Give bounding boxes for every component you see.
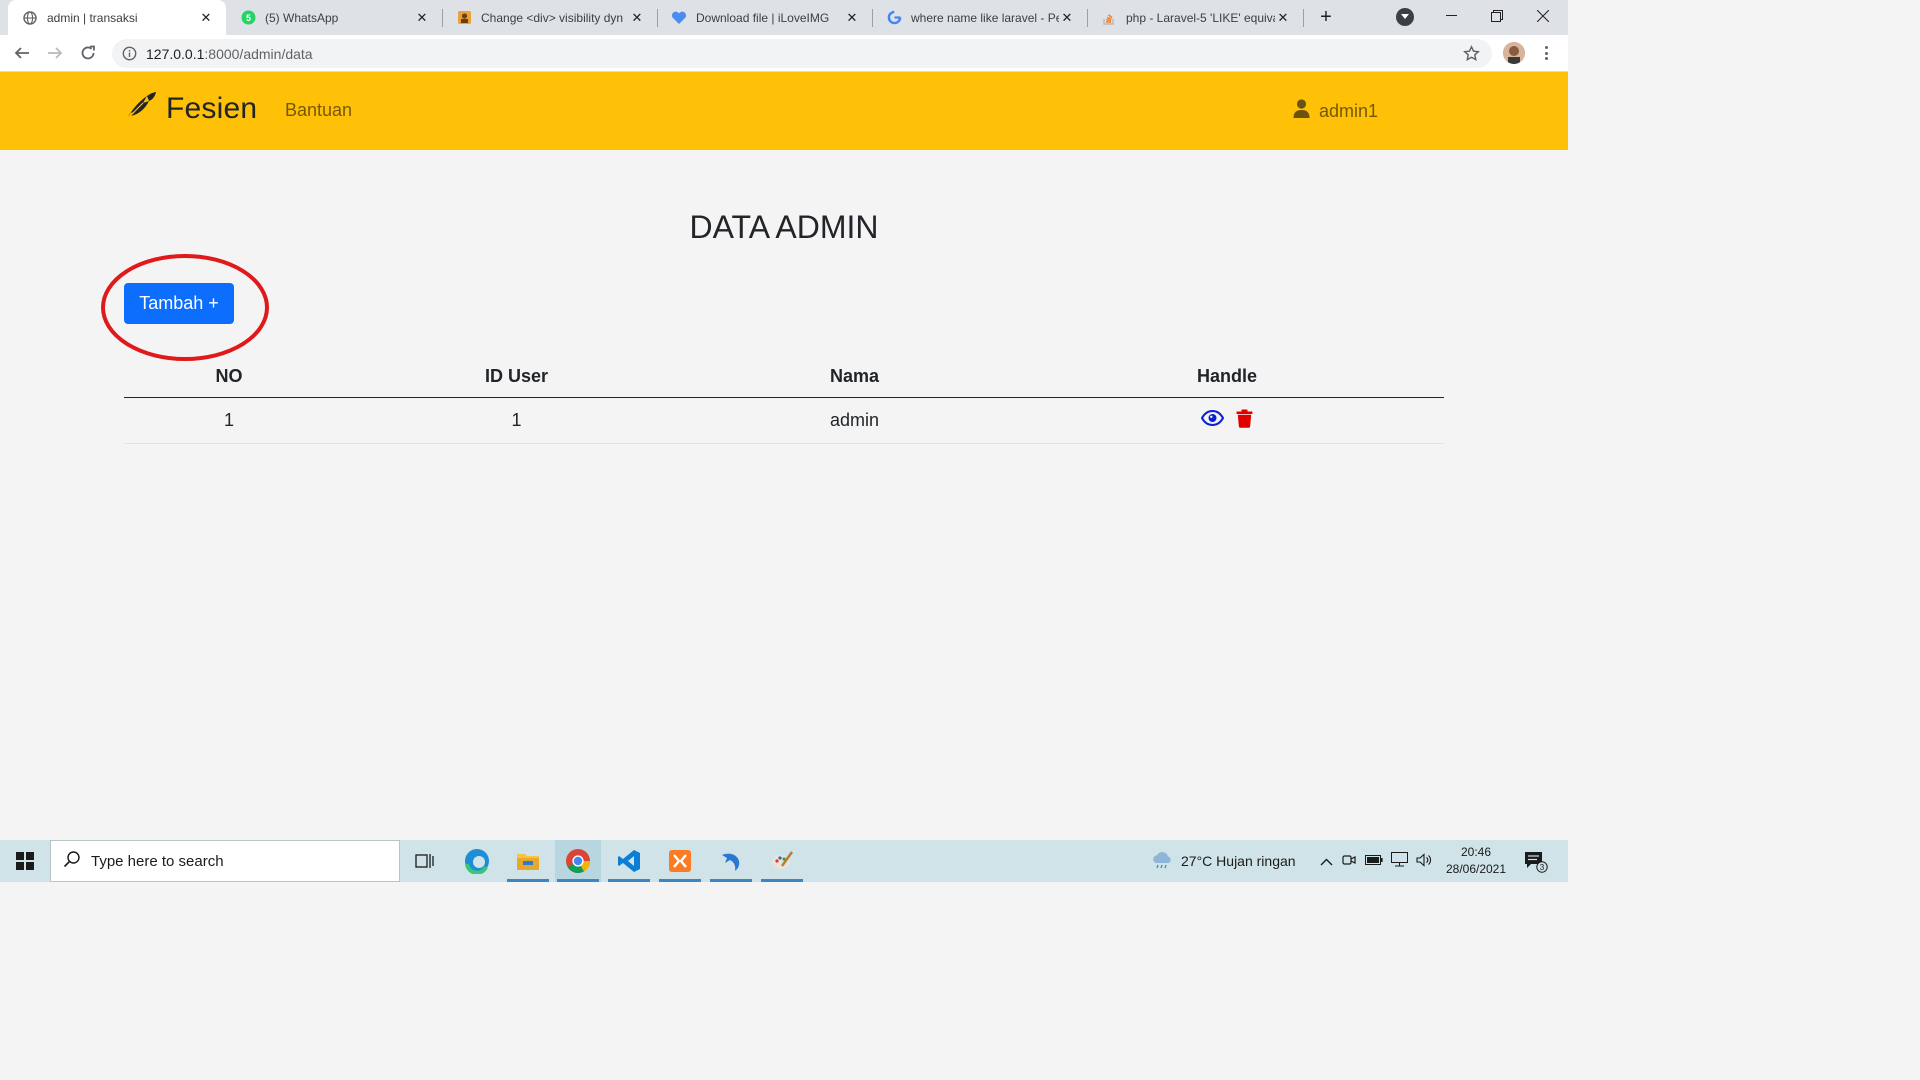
table-header-row: NO ID User Nama Handle xyxy=(124,356,1444,398)
forward-arrow-icon[interactable] xyxy=(42,40,68,66)
tab-change-div[interactable]: Change <div> visibility dyn ✕ xyxy=(442,0,657,35)
heart-favicon xyxy=(671,10,687,26)
brand-name: Fesien xyxy=(166,92,258,125)
site-info-icon[interactable] xyxy=(122,46,137,61)
windows-start-icon[interactable] xyxy=(0,840,50,882)
back-arrow-icon[interactable] xyxy=(9,40,35,66)
browser-tab-strip: admin | transaksi ✕ 5 (5) WhatsApp ✕ Cha… xyxy=(0,0,1568,35)
admin-table: NO ID User Nama Handle 1 1 admin xyxy=(124,356,1444,444)
tab-whatsapp[interactable]: 5 (5) WhatsApp ✕ xyxy=(226,0,442,35)
meet-now-icon[interactable] xyxy=(1342,853,1356,870)
svg-text:5: 5 xyxy=(245,13,250,23)
bookmark-star-icon[interactable] xyxy=(1463,45,1480,62)
url-host: 127.0.0.1 xyxy=(146,46,205,62)
tab-close-icon[interactable]: ✕ xyxy=(844,10,860,26)
clock-time: 20:46 xyxy=(1460,845,1492,859)
column-header-handle: Handle xyxy=(1010,356,1444,398)
taskbar-clock[interactable]: 20:46 28/06/2021 xyxy=(1440,844,1512,878)
file-explorer-icon[interactable] xyxy=(505,840,551,882)
browser-menu-icon[interactable] xyxy=(1539,43,1553,63)
tab-admin-transaksi[interactable]: admin | transaksi ✕ xyxy=(8,0,226,35)
close-window-icon[interactable] xyxy=(1520,0,1566,32)
globe-icon xyxy=(22,10,38,26)
tab-title: Download file | iLoveIMG xyxy=(696,10,830,25)
volume-icon[interactable] xyxy=(1416,852,1432,870)
site-navbar: Fesien Bantuan admin1 xyxy=(0,72,1568,150)
feather-icon xyxy=(123,91,157,128)
chevron-up-icon[interactable] xyxy=(1320,853,1333,869)
nav-link-bantuan[interactable]: Bantuan xyxy=(285,100,352,121)
profile-avatar[interactable] xyxy=(1503,42,1525,64)
tab-close-icon[interactable]: ✕ xyxy=(414,10,430,26)
mysql-dolphin-icon[interactable] xyxy=(708,840,754,882)
cell-handle xyxy=(1010,397,1444,444)
cell-no: 1 xyxy=(124,397,334,444)
cell-id-user: 1 xyxy=(334,397,699,444)
network-icon[interactable] xyxy=(1391,852,1408,870)
notification-count: 3 xyxy=(1540,863,1545,872)
eye-icon[interactable] xyxy=(1201,410,1224,427)
tab-stackoverflow[interactable]: php - Laravel-5 'LIKE' equiva ✕ xyxy=(1087,0,1303,35)
user-icon xyxy=(1293,99,1310,123)
weather-widget[interactable]: 27°C Hujan ringan xyxy=(1150,840,1296,882)
address-bar[interactable]: 127.0.0.1:8000/admin/data xyxy=(112,39,1492,68)
chrome-icon[interactable] xyxy=(555,840,601,882)
new-tab-icon[interactable]: + xyxy=(1314,5,1338,29)
brand-link[interactable]: Fesien xyxy=(123,89,257,129)
xampp-icon[interactable] xyxy=(657,840,703,882)
tab-search-icon[interactable] xyxy=(1396,8,1414,26)
table-row: 1 1 admin xyxy=(124,397,1444,444)
notification-center-icon[interactable]: 3 xyxy=(1524,851,1548,873)
browser-toolbar: 127.0.0.1:8000/admin/data xyxy=(0,35,1568,72)
minimize-icon[interactable] xyxy=(1428,0,1474,32)
cell-nama: admin xyxy=(699,397,1010,444)
tab-title: admin | transaksi xyxy=(47,10,138,25)
reload-icon[interactable] xyxy=(75,40,101,66)
tab-iloveimg[interactable]: Download file | iLoveIMG ✕ xyxy=(657,0,872,35)
page-favicon xyxy=(456,10,472,26)
paint-icon[interactable] xyxy=(759,840,805,882)
tab-title: php - Laravel-5 'LIKE' equiva xyxy=(1126,10,1275,25)
column-header-nama: Nama xyxy=(699,356,1010,398)
restore-icon[interactable] xyxy=(1474,0,1520,32)
tab-title: (5) WhatsApp xyxy=(265,10,339,25)
search-icon xyxy=(63,850,81,872)
weather-rain-icon xyxy=(1150,851,1174,872)
tab-google-search[interactable]: where name like laravel - Pe ✕ xyxy=(872,0,1087,35)
url-text: 127.0.0.1:8000/admin/data xyxy=(146,46,313,62)
taskbar-search-box[interactable]: Type here to search xyxy=(50,840,400,882)
page-title: DATA ADMIN xyxy=(689,209,879,245)
tab-close-icon[interactable]: ✕ xyxy=(629,10,645,26)
task-view-icon[interactable] xyxy=(402,840,448,882)
trash-icon[interactable] xyxy=(1236,409,1253,428)
vscode-icon[interactable] xyxy=(606,840,652,882)
whatsapp-icon: 5 xyxy=(240,10,256,26)
weather-text: 27°C Hujan ringan xyxy=(1181,853,1296,869)
column-header-no: NO xyxy=(124,356,334,398)
tab-close-icon[interactable]: ✕ xyxy=(1059,10,1075,26)
edge-icon[interactable] xyxy=(454,840,500,882)
row-actions xyxy=(1201,409,1253,428)
column-header-id-user: ID User xyxy=(334,356,699,398)
battery-icon[interactable] xyxy=(1365,853,1383,869)
tab-title: Change <div> visibility dyn xyxy=(481,10,624,25)
search-placeholder: Type here to search xyxy=(91,852,224,870)
tab-close-icon[interactable]: ✕ xyxy=(1275,10,1291,26)
windows-taskbar: Type here to search 27°C Hujan ringan 20… xyxy=(0,840,1568,882)
clock-date: 28/06/2021 xyxy=(1445,862,1507,876)
google-icon xyxy=(886,10,902,26)
user-name: admin1 xyxy=(1319,100,1379,121)
tab-close-icon[interactable]: ✕ xyxy=(198,10,214,26)
user-menu[interactable]: admin1 xyxy=(1293,99,1378,123)
add-button[interactable]: Tambah + xyxy=(124,283,234,324)
system-tray xyxy=(1320,840,1432,882)
tab-title: where name like laravel - Pe xyxy=(911,10,1059,25)
tab-separator xyxy=(1303,9,1304,27)
url-path: :8000/admin/data xyxy=(204,46,313,62)
stackoverflow-icon xyxy=(1101,10,1117,26)
